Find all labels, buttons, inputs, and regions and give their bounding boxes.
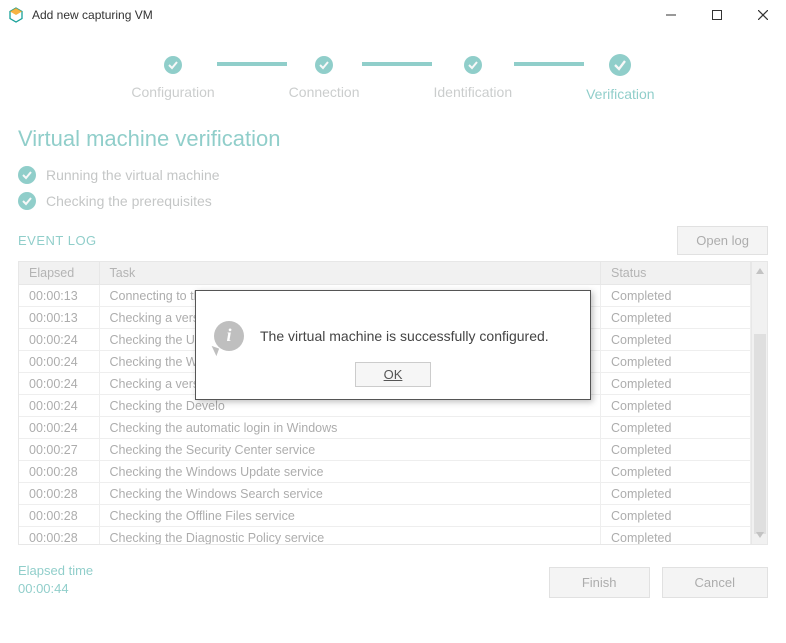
window-title: Add new capturing VM [32, 8, 648, 22]
close-button[interactable] [740, 0, 786, 30]
ok-button[interactable]: OK [355, 362, 432, 387]
info-icon: i [214, 321, 244, 351]
success-dialog: i The virtual machine is successfully co… [195, 290, 591, 400]
window-controls [648, 0, 786, 30]
dialog-message: The virtual machine is successfully conf… [260, 328, 549, 344]
minimize-button[interactable] [648, 0, 694, 30]
maximize-button[interactable] [694, 0, 740, 30]
ok-button-label: OK [384, 367, 403, 382]
app-logo [8, 7, 24, 23]
titlebar: Add new capturing VM [0, 0, 786, 30]
